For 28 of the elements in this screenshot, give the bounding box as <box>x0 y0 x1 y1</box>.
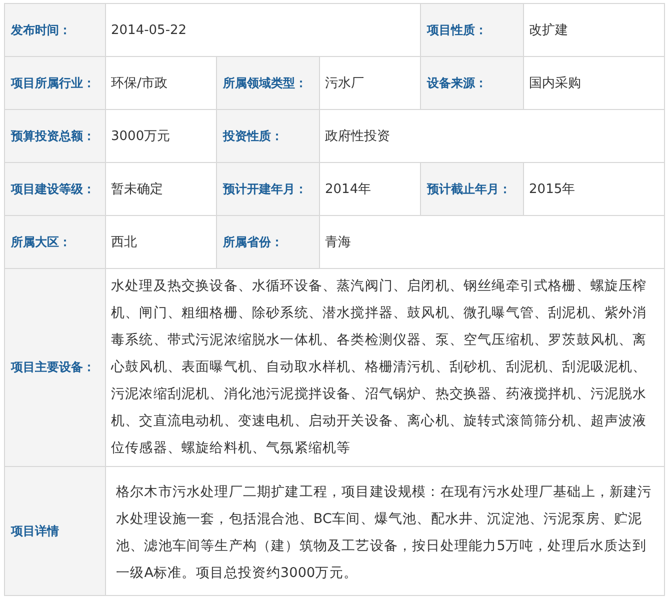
field-value: 3000万元 <box>111 129 170 144</box>
field-value: 环保/市政 <box>111 76 168 91</box>
field-label: 设备来源： <box>427 76 488 90</box>
field-value: 2014年 <box>325 182 372 197</box>
field-label: 项目详情 <box>11 524 59 538</box>
field-label: 预计开建年月： <box>223 182 307 196</box>
field-label: 项目性质： <box>427 22 488 36</box>
field-label: 项目主要设备： <box>11 360 95 374</box>
field-label: 发布时间： <box>11 22 71 36</box>
field-value: 改扩建 <box>529 23 568 38</box>
field-label: 所属领域类型： <box>223 76 307 90</box>
field-value: 政府性投资 <box>325 129 390 144</box>
field-label: 预计截止年月： <box>427 182 512 196</box>
field-label: 预算投资总额： <box>11 128 95 142</box>
field-value: 国内采购 <box>529 76 582 91</box>
field-value: 青海 <box>325 235 351 250</box>
field-value: 水处理及热交换设备、水循环设备、蒸汽阀门、启闭机、钢丝绳牵引式格栅、螺旋压榨机、闸门、粗细格栅、除砂系统、潜水搅拌器、鼓风机、微孔曝气管、刮泥机、紫外消毒系统、带式污泥浓缩脱水一体机、各类检测仪器、泵、空气压缩机、罗茨鼓风机、离心鼓风机、表面曝气机、自动取水样机、格栅清污机、刮砂机、刮泥机、刮泥吸泥机、污泥浓缩刮泥机、消化池污泥搅拌设备、沼气锅炉、热交换器、药液搅拌机、污泥脱水机、交直流电动机、变速电机、启动开关设备、离心机、旋转式滚筒筛分机、超声波液位传感器、螺旋给料机、气氛紧缩机等 <box>111 278 647 456</box>
field-value: 西北 <box>111 235 137 250</box>
field-label: 投资性质： <box>223 128 283 142</box>
field-value: 格尔木市污水处理厂二期扩建工程，项目建设规模：在现有污水处理厂基础上，新建污水处理设施一套，包括混合池、BC车间、爆气池、配水井、沉淀池、污泥泵房、贮泥池、滤池车间等生产构（建）筑物及工艺设备，按日处理能力5万吨，处理后水质达到一级A标准。项目总投资约3000万元。 <box>116 484 652 581</box>
field-label: 项目建设等级： <box>11 182 95 196</box>
field-label: 所属省份： <box>223 234 283 248</box>
field-value: 污水厂 <box>325 76 364 91</box>
field-label: 项目所属行业： <box>11 76 95 90</box>
field-label: 所属大区： <box>11 234 71 248</box>
field-value: 2015年 <box>529 182 576 197</box>
field-value: 2014-05-22 <box>111 22 187 38</box>
field-value: 暂未确定 <box>111 182 163 197</box>
